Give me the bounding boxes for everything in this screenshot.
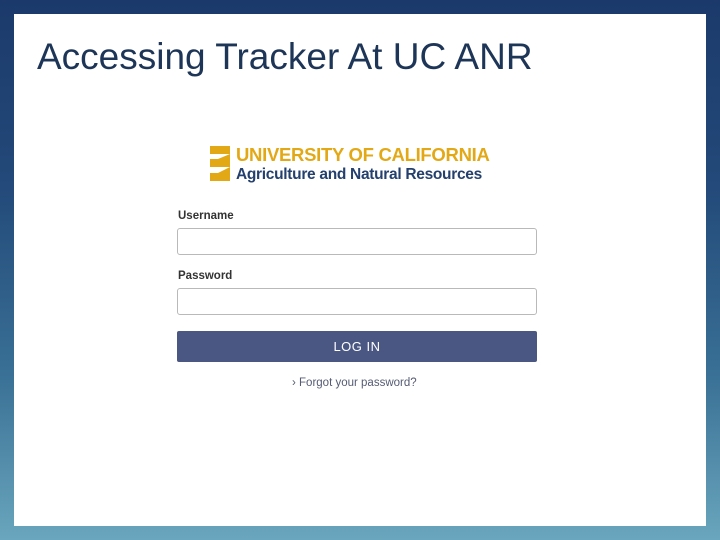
slide-title: Accessing Tracker At UC ANR bbox=[37, 36, 533, 77]
username-label: Username bbox=[178, 210, 234, 222]
slide: Accessing Tracker At UC ANR UNIVERSITY O… bbox=[14, 14, 706, 526]
uc-anr-logo: UNIVERSITY OF CALIFORNIA Agriculture and… bbox=[210, 144, 490, 183]
username-input[interactable] bbox=[177, 228, 537, 255]
login-button[interactable]: LOG IN bbox=[177, 331, 537, 362]
password-input[interactable] bbox=[177, 288, 537, 315]
logo-university-name: UNIVERSITY OF CALIFORNIA bbox=[236, 144, 490, 165]
forgot-password-link[interactable]: › Forgot your password? bbox=[292, 377, 417, 389]
password-label: Password bbox=[178, 270, 233, 282]
logo-division-name: Agriculture and Natural Resources bbox=[236, 165, 482, 183]
uc-anr-logo-mark-icon bbox=[210, 146, 230, 181]
